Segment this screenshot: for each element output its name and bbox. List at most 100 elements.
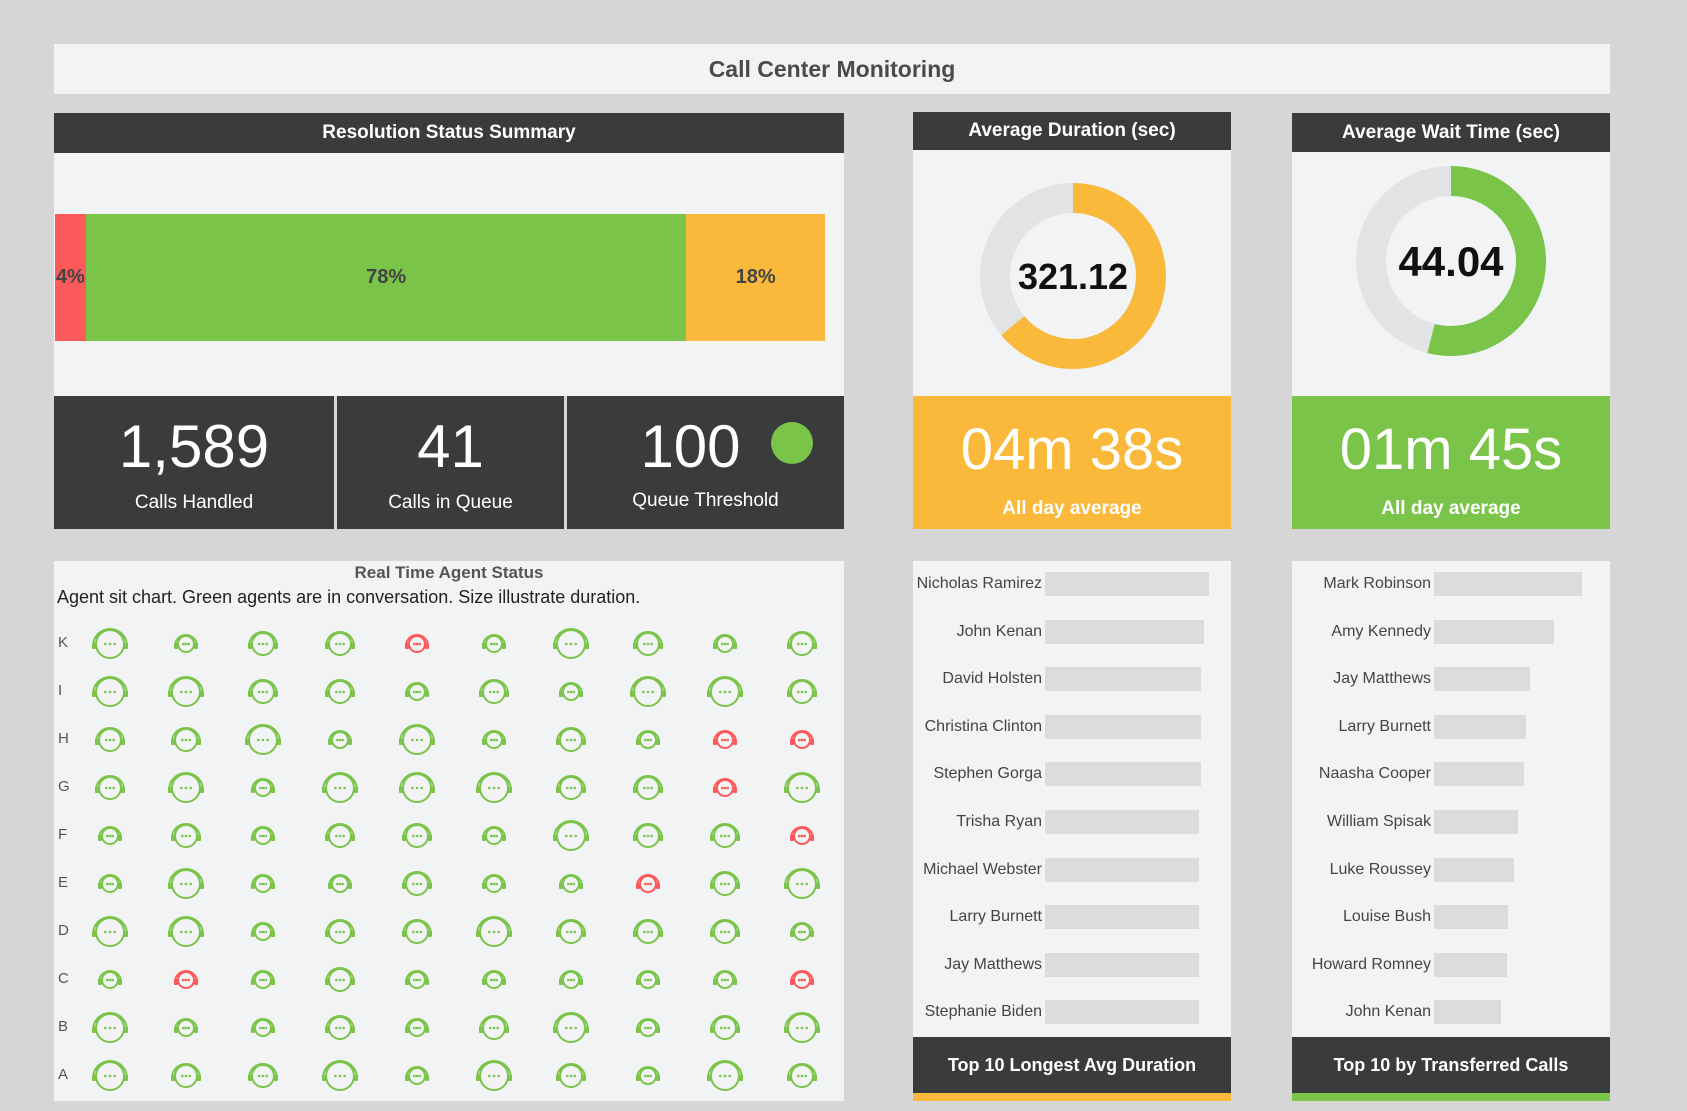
agent-headset-icon[interactable] [786,1061,818,1091]
agent-headset-icon[interactable] [481,968,507,992]
agent-headset-icon[interactable] [712,776,738,800]
agent-headset-icon[interactable] [555,725,587,755]
agent-headset-icon[interactable] [783,770,821,806]
agent-headset-icon[interactable] [709,821,741,851]
agent-headset-icon[interactable] [324,821,356,851]
agent-headset-icon[interactable] [786,629,818,659]
agent-headset-icon[interactable] [552,818,590,854]
agent-headset-icon[interactable] [558,968,584,992]
agent-headset-icon[interactable] [97,872,123,896]
agent-headset-icon[interactable] [401,869,433,899]
agent-headset-icon[interactable] [709,1013,741,1043]
agent-headset-icon[interactable] [635,1064,661,1088]
agent-headset-icon[interactable] [632,821,664,851]
agent-headset-icon[interactable] [404,632,430,656]
agent-headset-icon[interactable] [247,629,279,659]
agent-headset-icon[interactable] [552,626,590,662]
agent-headset-icon[interactable] [481,872,507,896]
agent-headset-icon[interactable] [324,965,356,995]
agent-headset-icon[interactable] [478,1013,510,1043]
agent-headset-icon[interactable] [706,674,744,710]
agent-headset-icon[interactable] [173,1016,199,1040]
agent-headset-icon[interactable] [401,821,433,851]
agent-headset-icon[interactable] [789,824,815,848]
agent-headset-icon[interactable] [91,914,129,950]
agent-headset-icon[interactable] [324,917,356,947]
agent-headset-icon[interactable] [555,917,587,947]
agent-headset-icon[interactable] [478,677,510,707]
agent-headset-icon[interactable] [404,1016,430,1040]
agent-headset-icon[interactable] [783,1010,821,1046]
agent-headset-icon[interactable] [706,1058,744,1094]
agent-headset-icon[interactable] [327,728,353,752]
agent-headset-icon[interactable] [709,869,741,899]
agent-headset-icon[interactable] [481,824,507,848]
agent-headset-icon[interactable] [167,866,205,902]
agent-headset-icon[interactable] [635,872,661,896]
agent-headset-icon[interactable] [555,773,587,803]
agent-headset-icon[interactable] [97,968,123,992]
agent-headset-icon[interactable] [404,680,430,704]
agent-headset-icon[interactable] [250,776,276,800]
agent-headset-icon[interactable] [170,1061,202,1091]
agent-headset-icon[interactable] [173,968,199,992]
agent-headset-icon[interactable] [94,725,126,755]
agent-headset-icon[interactable] [250,920,276,944]
agent-headset-icon[interactable] [635,1016,661,1040]
agent-headset-icon[interactable] [244,722,282,758]
agent-headset-icon[interactable] [94,773,126,803]
agent-headset-icon[interactable] [789,728,815,752]
agent-headset-icon[interactable] [327,872,353,896]
agent-headset-icon[interactable] [783,866,821,902]
agent-headset-icon[interactable] [324,629,356,659]
agent-headset-icon[interactable] [250,872,276,896]
agent-headset-icon[interactable] [167,674,205,710]
agent-headset-icon[interactable] [475,914,513,950]
agent-headset-icon[interactable] [97,824,123,848]
agent-headset-icon[interactable] [167,914,205,950]
agent-headset-icon[interactable] [321,770,359,806]
agent-headset-icon[interactable] [558,680,584,704]
agent-headset-icon[interactable] [712,728,738,752]
agent-headset-icon[interactable] [398,722,436,758]
agent-headset-icon[interactable] [324,677,356,707]
agent-headset-icon[interactable] [91,1058,129,1094]
agent-headset-icon[interactable] [632,917,664,947]
agent-headset-icon[interactable] [789,968,815,992]
agent-headset-icon[interactable] [786,677,818,707]
agent-headset-icon[interactable] [91,1010,129,1046]
agent-headset-icon[interactable] [632,773,664,803]
agent-headset-icon[interactable] [481,728,507,752]
agent-headset-icon[interactable] [401,917,433,947]
agent-headset-icon[interactable] [324,1013,356,1043]
agent-headset-icon[interactable] [632,629,664,659]
agent-headset-icon[interactable] [709,917,741,947]
agent-headset-icon[interactable] [552,1010,590,1046]
agent-headset-icon[interactable] [167,770,205,806]
agent-headset-icon[interactable] [475,770,513,806]
agent-headset-icon[interactable] [635,728,661,752]
agent-headset-icon[interactable] [629,674,667,710]
agent-headset-icon[interactable] [789,920,815,944]
agent-headset-icon[interactable] [247,677,279,707]
agent-headset-icon[interactable] [398,770,436,806]
agent-headset-icon[interactable] [170,725,202,755]
agent-headset-icon[interactable] [250,1016,276,1040]
agent-headset-icon[interactable] [170,821,202,851]
agent-headset-icon[interactable] [250,824,276,848]
agent-headset-icon[interactable] [481,632,507,656]
agent-headset-icon[interactable] [555,1061,587,1091]
agent-headset-icon[interactable] [475,1058,513,1094]
agent-headset-icon[interactable] [635,968,661,992]
agent-headset-icon[interactable] [91,674,129,710]
agent-headset-icon[interactable] [712,968,738,992]
agent-headset-icon[interactable] [91,626,129,662]
agent-headset-icon[interactable] [173,632,199,656]
agent-headset-icon[interactable] [712,632,738,656]
agent-headset-icon[interactable] [404,1064,430,1088]
agent-headset-icon[interactable] [321,1058,359,1094]
agent-headset-icon[interactable] [558,872,584,896]
agent-headset-icon[interactable] [247,1061,279,1091]
agent-headset-icon[interactable] [250,968,276,992]
agent-headset-icon[interactable] [404,968,430,992]
